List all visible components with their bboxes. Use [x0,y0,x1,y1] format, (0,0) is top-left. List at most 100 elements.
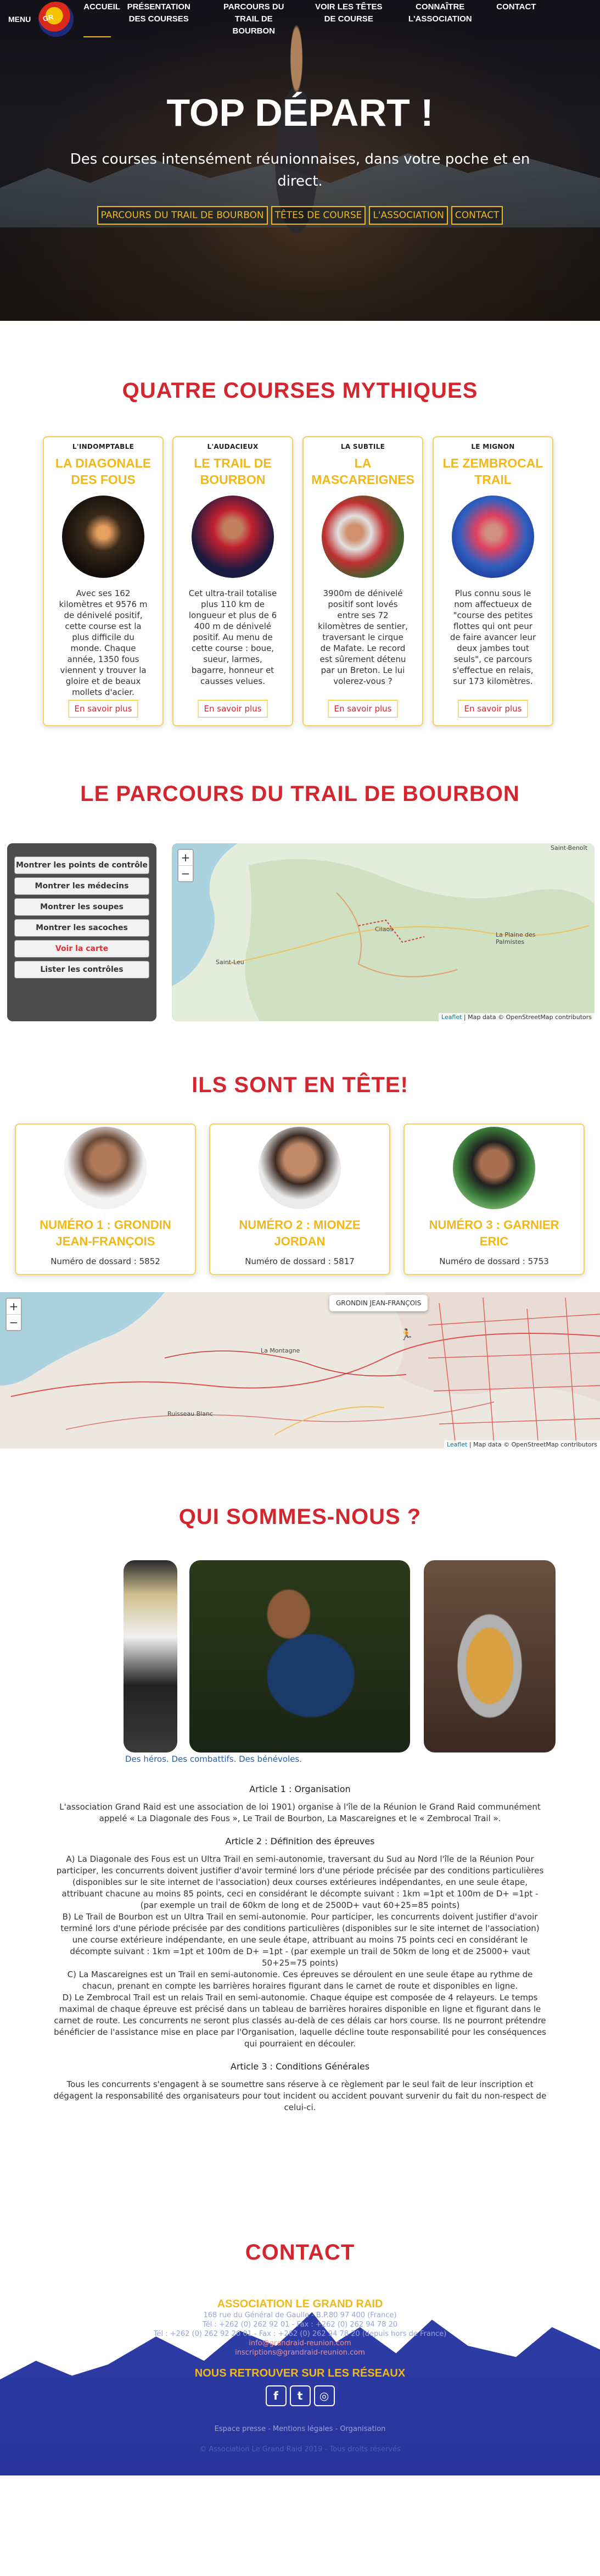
attribution-text: | Map data © OpenStreetMap contributors [467,1441,597,1448]
top-navigation: MENU GR ACCUEIL PRÉSENTATION DES COURSES… [0,0,600,38]
nav-link-presentation[interactable]: PRÉSENTATION DES COURSES [117,1,200,37]
contact-phone-2: Tél : +262 (0) 262 92 20 01 - Fax : +262… [153,2330,447,2338]
course-kicker: L'INDOMPTABLE [72,443,134,450]
article-2-title: Article 2 : Définition des épreuves [225,1836,375,1846]
attribution-text: | Map data © OpenStreetMap contributors [462,1014,592,1021]
hero-title: TOP DÉPART ! [166,91,434,134]
rules-text: Article 1 : Organisation L'association G… [52,1776,548,2113]
about-caption: Des héros. Des combattifs. Des bénévoles… [125,1754,302,1764]
zoom-in-button[interactable]: + [7,1299,21,1314]
course-title: LE TRAIL DE BOURBON [194,456,272,487]
hero-button-association[interactable]: L'ASSOCIATION [369,206,448,225]
live-map-attribution: Leaflet | Map data © OpenStreetMap contr… [444,1440,600,1449]
article-2-b: B) Le Trail de Bourbon est un Ultra Trai… [60,1912,540,1968]
show-bags-button[interactable]: Montrer les sacoches [14,919,149,937]
parcours-title: LE PARCOURS DU TRAIL DE BOURBON [80,782,520,806]
live-tracking-map[interactable]: La Montagne Ruisseau Blanc GRONDIN JEAN-… [0,1292,600,1449]
article-1-title: Article 1 : Organisation [249,1784,351,1794]
leaders-section: ILS SONT EN TÊTE! NUMÉRO 1 : GRONDIN JEA… [0,1055,600,1503]
article-3-title: Article 3 : Conditions Générales [230,2061,370,2072]
zoom-out-button[interactable]: − [7,1314,21,1330]
course-photo [192,496,274,578]
show-doctors-button[interactable]: Montrer les médecins [14,877,149,895]
map-label-la-montagne: La Montagne [261,1347,300,1354]
leader-avatar [259,1127,341,1209]
view-map-button[interactable]: Voir la carte [14,940,149,958]
about-photo-winner [124,1560,177,1752]
leader-name: NUMÉRO 2 : MIONZE JORDAN [239,1218,361,1248]
parcours-map[interactable]: Saint-Benoît Cilaos La Plaine des Palmis… [172,843,595,1021]
course-description: Avec ses 162 kilomètres et 9576 m de dén… [59,588,148,697]
nav-link-parcours[interactable]: PARCOURS DU TRAIL DE BOURBON [215,1,292,37]
leader-bib: Numéro de dossard : 5753 [439,1256,549,1266]
hero-button-parcours[interactable]: PARCOURS DU TRAIL DE BOURBON [97,206,268,225]
social-icons: f t ◎ [0,2385,600,2406]
course-more-button[interactable]: En savoir plus [458,700,528,717]
map-label-ruisseau-blanc: Ruisseau Blanc [167,1410,213,1417]
contact-email-inscriptions[interactable]: inscriptions@grandraid-reunion.com [0,2348,600,2357]
course-more-button[interactable]: En savoir plus [328,700,398,717]
instagram-icon[interactable]: ◎ [313,2385,335,2406]
contact-email-info[interactable]: info@grandraid-reunion.com [0,2339,600,2348]
map-attribution: Leaflet | Map data © OpenStreetMap contr… [438,1013,595,1021]
hero-button-tetes-de-course[interactable]: TÊTES DE COURSE [271,206,366,225]
nav-link-tetes-de-course[interactable]: VOIR LES TÊTES DE COURSE [313,1,384,37]
leader-avatar [64,1127,147,1209]
leader-name: NUMÉRO 1 : GRONDIN JEAN-FRANÇOIS [40,1218,171,1248]
facebook-icon[interactable]: f [265,2385,287,2406]
legal-links[interactable]: Espace presse - Mentions légales - Organ… [0,2425,600,2433]
leaflet-link[interactable]: Leaflet [447,1441,467,1448]
hero-section: TOP DÉPART ! Des courses intensément réu… [0,0,600,321]
courses-title: QUATRE COURSES MYTHIQUES [122,379,478,403]
twitter-icon[interactable]: t [289,2385,311,2406]
article-3-text: Tous les concurrents s'engagent à se sou… [53,2079,547,2112]
leader-avatar [453,1127,535,1209]
nav-link-contact[interactable]: CONTACT [496,1,536,37]
course-photo [62,496,144,578]
course-card-trail-de-bourbon: L'AUDACIEUX LE TRAIL DE BOURBON Cet ultr… [172,436,293,726]
article-2-c: C) La Mascareignes est un Trail en semi-… [67,1969,533,1991]
leader-bib: Numéro de dossard : 5817 [245,1256,355,1266]
map-controls-panel: Montrer les points de contrôle Montrer l… [7,843,156,1021]
map-label-plaine-des-palmistes: La Plaine des Palmistes [496,931,536,945]
hero-button-contact[interactable]: CONTACT [451,206,503,225]
course-more-button[interactable]: En savoir plus [198,700,268,717]
logo-text: GR [42,13,55,23]
nav-links: ACCUEIL PRÉSENTATION DES COURSES PARCOUR… [83,1,536,37]
show-checkpoints-button[interactable]: Montrer les points de contrôle [14,856,149,874]
runner-marker-icon[interactable]: 🏃 [400,1328,413,1341]
course-card-diagonale: L'INDOMPTABLE LA DIAGONALE DES FOUS Avec… [43,436,164,726]
runner-position-tooltip: GRONDIN JEAN-FRANÇOIS [329,1295,428,1311]
course-photo [322,496,404,578]
nav-link-association[interactable]: CONNAÎTRE L'ASSOCIATION [403,1,477,37]
parcours-section: LE PARCOURS DU TRAIL DE BOURBON Montrer … [0,769,600,1055]
course-description: Cet ultra-trail totalise plus 110 km de … [188,588,277,686]
show-soups-button[interactable]: Montrer les soupes [14,898,149,916]
map-label-cilaos: Cilaos [375,926,393,933]
hero-buttons: PARCOURS DU TRAIL DE BOURBON TÊTES DE CO… [0,206,600,225]
course-description: Plus connu sous le nom affectueux de "co… [450,588,536,686]
contact-info: ASSOCIATION LE GRAND RAID 168 rue du Gén… [0,2298,600,2453]
courses-section: QUATRE COURSES MYTHIQUES L'INDOMPTABLE L… [0,321,600,769]
leader-card-2: NUMÉRO 2 : MIONZE JORDAN Numéro de dossa… [209,1123,390,1275]
course-photo [452,496,534,578]
hero-subtitle: Des courses intensément réunionnaises, d… [70,151,530,190]
course-title: LE ZEMBROCAL TRAIL [442,456,543,487]
contact-section: CONTACT ASSOCIATION LE GRAND RAID 168 ru… [0,2240,600,2475]
article-1-text: L'association Grand Raid est une associa… [59,1802,541,1823]
zoom-in-button[interactable]: + [178,850,193,865]
leaflet-link[interactable]: Leaflet [441,1014,462,1021]
contact-title: CONTACT [245,2240,355,2265]
leader-card-3: NUMÉRO 3 : GARNIER ERIC Numéro de dossar… [403,1123,585,1275]
menu-button[interactable]: MENU [8,15,31,24]
live-map-terrain [0,1292,600,1449]
course-title: LA DIAGONALE DES FOUS [55,456,152,487]
grand-raid-logo[interactable]: GR [38,2,74,37]
zoom-out-button[interactable]: − [178,865,193,881]
contact-phone-1: Tél : +262 (0) 262 92 01 - Fax : +262 (0… [202,2321,398,2329]
nav-link-accueil[interactable]: ACCUEIL [83,1,120,37]
course-more-button[interactable]: En savoir plus [68,700,138,717]
about-section: QUI SOMMES-NOUS ? Des héros. Des combatt… [0,1503,600,2240]
leader-bib: Numéro de dossard : 5852 [51,1256,160,1266]
list-checkpoints-button[interactable]: Lister les contrôles [14,961,149,978]
